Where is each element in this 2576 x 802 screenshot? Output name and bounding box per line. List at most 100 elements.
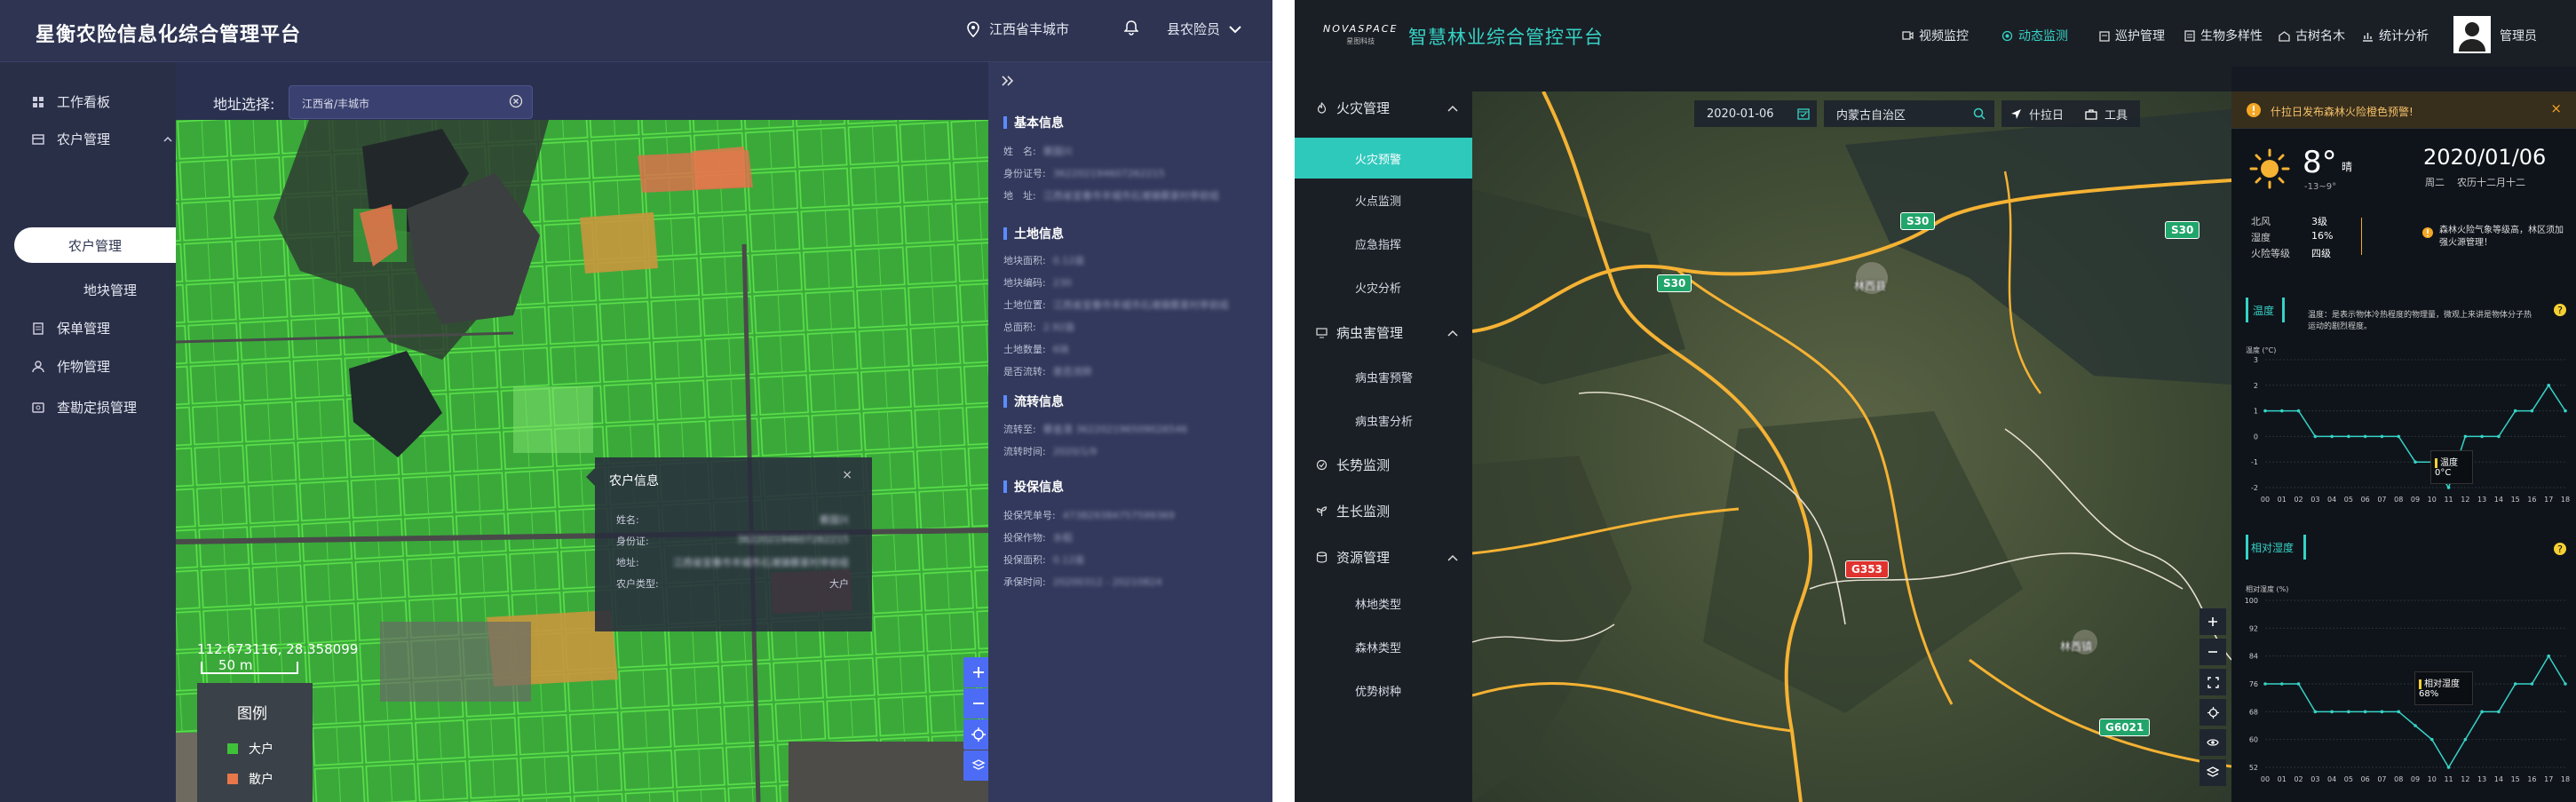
help-icon[interactable]: ? xyxy=(2553,303,2567,317)
data-point[interactable] xyxy=(2480,434,2484,439)
data-point[interactable] xyxy=(2380,434,2384,439)
user-name[interactable]: 管理员 xyxy=(2500,27,2537,44)
sidebar-group-growth[interactable]: 生长监测 xyxy=(1316,502,1458,520)
data-point[interactable] xyxy=(2296,682,2301,686)
data-point[interactable] xyxy=(2279,682,2284,686)
close-icon[interactable]: × xyxy=(2550,100,2562,116)
nav-statistics[interactable]: 统计分析 xyxy=(2362,27,2429,44)
info-row: 是否流转: 是否流转 xyxy=(1003,364,1092,378)
data-point[interactable] xyxy=(2513,409,2517,413)
nav-ancient-tree[interactable]: 古树名木 xyxy=(2279,27,2345,44)
sidebar-group-fire[interactable]: 火灾管理 xyxy=(1316,99,1458,117)
data-point[interactable] xyxy=(2397,710,2401,714)
data-point[interactable] xyxy=(2330,434,2334,439)
data-point[interactable] xyxy=(2429,737,2434,742)
data-point[interactable] xyxy=(2547,654,2551,658)
bell-icon[interactable] xyxy=(1123,20,1139,39)
data-point[interactable] xyxy=(2530,682,2534,686)
nav-video[interactable]: 视频监控 xyxy=(1902,27,1969,44)
data-point[interactable] xyxy=(2263,409,2267,413)
clear-icon[interactable] xyxy=(509,94,523,108)
fullscreen-button[interactable] xyxy=(2200,669,2226,695)
data-point[interactable] xyxy=(2363,434,2367,439)
sidebar-sub-forest-land[interactable]: 林地类型 xyxy=(1355,595,1401,612)
data-point[interactable] xyxy=(2347,434,2350,439)
data-point[interactable] xyxy=(2330,710,2334,714)
data-point[interactable] xyxy=(2263,682,2267,686)
data-point[interactable] xyxy=(2296,409,2301,413)
sidebar-sub-fire-warning[interactable]: 火灾预警 xyxy=(1295,138,1472,179)
info-value: 是否流转 xyxy=(1052,366,1092,377)
sidebar-sub-tree-species[interactable]: 优势树种 xyxy=(1355,682,1401,699)
data-point[interactable] xyxy=(2313,710,2318,714)
data-point[interactable] xyxy=(2363,710,2367,714)
region-value: 内蒙古自治区 xyxy=(1836,108,1906,123)
date-picker[interactable]: 2020-01-06 xyxy=(1694,100,1817,127)
sidebar-item-policy[interactable]: 保单管理 xyxy=(32,319,110,337)
target-icon xyxy=(971,727,986,742)
tools-button[interactable]: 工具 xyxy=(2076,100,2140,127)
zoom-out-button[interactable] xyxy=(2200,639,2226,665)
data-point[interactable] xyxy=(2446,486,2451,489)
left-main-content: 地址选择: 江西省/丰城市 112.673116, 28.358099 50 m… xyxy=(176,62,1272,802)
data-point[interactable] xyxy=(2414,460,2417,464)
data-point[interactable] xyxy=(2564,409,2567,413)
data-point[interactable] xyxy=(2347,710,2350,714)
sidebar-sub-emergency[interactable]: 应急指挥 xyxy=(1355,235,1401,252)
data-point[interactable] xyxy=(2397,434,2401,439)
section-title: 土地信息 xyxy=(1003,225,1064,242)
info-row: 土地位置: 江西省宜春市丰城市石滩镇蔡家村亭前组 xyxy=(1003,298,1229,312)
help-icon[interactable]: ? xyxy=(2553,542,2567,556)
data-point[interactable] xyxy=(2513,682,2517,686)
data-point[interactable] xyxy=(2313,434,2318,439)
sidebar-item-survey[interactable]: 查勘定损管理 xyxy=(32,398,137,417)
data-point[interactable] xyxy=(2497,710,2501,714)
sidebar-sub-plot-manage[interactable]: 地块管理 xyxy=(83,281,137,299)
terrain-map[interactable]: S30 S30 S30 G353 G6021 林西县 林西镇 2020-01-0… xyxy=(1472,91,2231,802)
humidity-chart-svg: 52 60 68 76 84 92 100 00 01 02 03 04 05 06 07 08 09 10 11 1… xyxy=(2245,597,2570,783)
address-value: 江西省/丰城市 xyxy=(302,98,370,110)
info-label: 地 址: xyxy=(1003,190,1036,202)
nav-patrol[interactable]: 巡护管理 xyxy=(2099,27,2165,44)
place-locate-button[interactable]: 什拉日 xyxy=(2001,100,2076,127)
eye-button[interactable] xyxy=(2200,729,2226,756)
data-point[interactable] xyxy=(2564,682,2567,686)
user-menu[interactable]: 县农险员 xyxy=(1167,20,1241,38)
locate-button[interactable] xyxy=(2200,699,2226,726)
left-app-window: 星衡农险信息化综合管理平台 江西省丰城市 县农险员 工作看板 农户管理 农户管理… xyxy=(0,0,1272,802)
data-point[interactable] xyxy=(2463,737,2468,742)
sidebar-sub-pest-analysis[interactable]: 病虫害分析 xyxy=(1355,412,1413,429)
sidebar-group-growth-trend[interactable]: 长势监测 xyxy=(1316,456,1458,474)
address-select[interactable]: 江西省/丰城市 xyxy=(289,85,533,119)
region-search[interactable]: 内蒙古自治区 xyxy=(1824,100,1994,127)
sidebar-sub-farmer-manage[interactable]: 农户管理 xyxy=(14,227,176,263)
sidebar-item-farmer[interactable]: 农户管理 xyxy=(32,130,172,148)
data-point[interactable] xyxy=(2463,434,2468,439)
data-point[interactable] xyxy=(2497,434,2501,439)
data-point[interactable] xyxy=(2414,724,2417,727)
sidebar-sub-fire-point[interactable]: 火点监测 xyxy=(1355,192,1401,209)
sidebar-sub-fire-analysis[interactable]: 火灾分析 xyxy=(1355,279,1401,296)
data-point[interactable] xyxy=(2279,409,2284,413)
nav-biodiversity[interactable]: 生物多样性 xyxy=(2184,27,2263,44)
data-point[interactable] xyxy=(2480,710,2484,714)
sidebar-group-pest[interactable]: 病虫害管理 xyxy=(1316,323,1458,342)
data-point[interactable] xyxy=(2547,384,2551,387)
double-chevron-right-icon[interactable] xyxy=(1001,75,1015,87)
sidebar-item-dashboard[interactable]: 工作看板 xyxy=(32,92,110,111)
close-icon[interactable]: × xyxy=(842,468,852,482)
sidebar-group-resource[interactable]: 资源管理 xyxy=(1316,548,1458,567)
data-point[interactable] xyxy=(2380,710,2384,714)
layers-button[interactable] xyxy=(2200,759,2226,786)
sidebar-item-crop[interactable]: 作物管理 xyxy=(32,357,110,376)
sidebar-sub-pest-warning[interactable]: 病虫害预警 xyxy=(1355,369,1413,385)
sidebar-sub-forest-type[interactable]: 森林类型 xyxy=(1355,639,1401,655)
location-selector[interactable]: 江西省丰城市 xyxy=(966,20,1069,38)
data-point[interactable] xyxy=(2530,409,2534,413)
avatar[interactable] xyxy=(2453,16,2491,53)
nav-monitor[interactable]: 动态监测 xyxy=(2001,27,2068,44)
zoom-in-button[interactable] xyxy=(2200,608,2226,635)
satellite-map[interactable]: 112.673116, 28.358099 50 m 图例 大户 散户 农户信息… xyxy=(176,120,988,802)
data-point[interactable] xyxy=(2446,766,2451,769)
y-tick-label: 1 xyxy=(2254,408,2258,416)
